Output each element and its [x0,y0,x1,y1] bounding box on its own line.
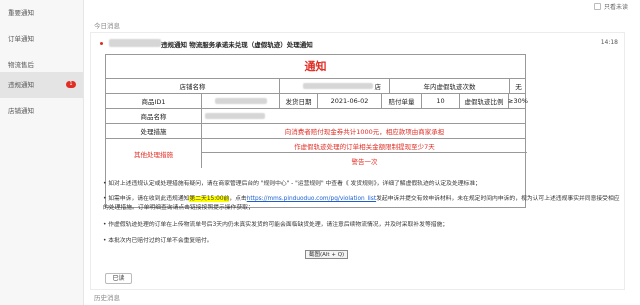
redacted-store-name [109,39,161,47]
monthly-count-value: 无 [515,83,522,91]
sidebar-item-label: 违规通知 [8,81,34,89]
table-row: 其他处理措施 作虚假轨迹处理的订单相关金额限制提现至少7天 警告一次 [106,139,527,168]
appeal-prefix: • 如需申诉，请在收到此违规通知 [103,196,190,202]
other-measures-value-1: 作虚假轨迹处理的订单相关金额限制提现至少7天 [202,139,527,153]
table-row: 店铺名称 店 年内虚假轨迹次数 无 [106,79,525,94]
store-name-value: 店 [280,79,390,93]
mark-read-button[interactable]: 已读 [105,273,132,284]
sidebar-item-important[interactable]: 重要通知 [0,0,83,26]
appeal-mid: ，点击 [229,196,247,202]
ship-date-label: 发货日期 [280,94,318,108]
product-id-label: 商品ID1 [106,94,202,108]
redacted-store-value [302,83,373,89]
other-measures-label: 其他处理措施 [106,139,202,168]
unread-count-badge: 1 [66,81,76,88]
sidebar: 重要通知 订单通知 物流售后 违规通知 1 店铺通知 [0,0,84,305]
product-id-value [202,94,280,108]
section-history: 历史消息 [94,294,120,302]
bullet-rules: • 如对上述违规认定或处理措施有疑问，请在商家管理后台的 "规则中心" - "运… [103,181,481,187]
redacted-product-id [214,98,267,104]
compensation-value: 10 [422,94,460,108]
measures-label: 处理措施 [106,124,202,138]
ship-date-value: 2021-06-02 [318,94,382,108]
violation-list-link[interactable]: https://mms.pinduoduo.com/pg/violation_l… [247,196,376,202]
bullet-appeal: • 如需申诉，请在收到此违规通知第二天15:00前，点击https://mms.… [103,195,621,213]
unread-only-toggle[interactable]: 只看未读 [593,2,628,11]
bullet-no-repeat: • 本批次内已赔付过的订单不会重复赔付。 [103,238,213,244]
table-row: 处理措施 向消费者赔付现金券共计1000元，相应款项由商家承担 [106,124,525,139]
compensation-label: 赔付单量 [382,94,422,108]
section-today: 今日消息 [94,22,120,30]
ratio-label: 虚假轨迹比例 [460,94,509,108]
sidebar-item-label: 重要通知 [8,9,34,17]
redacted-product-name [205,113,265,119]
monthly-count-label: 年内虚假轨迹次数 [390,79,510,93]
message-panel: 只看未读 今日消息 违规通知 物流服务承诺未兑现（虚假轨迹）处理通知 14:18… [84,0,640,305]
table-row: 商品ID1 发货日期 2021-06-02 赔付单量 10 虚假轨迹比例 ≥30… [106,94,528,109]
appeal-deadline: 第二天15:00前 [189,196,230,202]
product-name-label: 商品名称 [106,109,202,123]
product-name-value [202,109,527,123]
unread-dot-icon [100,42,103,45]
sidebar-item-violations[interactable]: 违规通知 1 [0,72,83,98]
message-card: 违规通知 物流服务承诺未兑现（虚假轨迹）处理通知 14:18 通知 店铺名称 店… [90,32,625,290]
sidebar-item-label: 订单通知 [8,35,34,43]
bullet-shipping: • 作虚假轨迹处理的订单在上传物流单号后3天内仍未真实发货的可能会面临缺货处理，… [103,222,449,228]
sidebar-item-label: 物流售后 [8,61,34,69]
measures-value: 向消费者赔付现金券共计1000元，相应款项由商家承担 [284,128,445,136]
sidebar-item-store[interactable]: 店铺通知 [0,98,83,124]
notice-heading: 通知 [106,55,525,79]
top-bar: 只看未读 [84,0,640,12]
ratio-value: ≥30% [508,97,528,105]
store-name-label: 店铺名称 [106,79,280,93]
message-time: 14:18 [600,39,618,46]
other-measures-value-2: 警告一次 [351,157,378,166]
unread-only-label: 只看未读 [603,4,628,11]
store-name-suffix: 店 [374,83,382,91]
screenshot-tooltip: 截图(Alt + Q) [305,250,349,259]
unread-only-checkbox[interactable] [593,3,601,10]
message-title: 违规通知 物流服务承诺未兑现（虚假轨迹）处理通知 [161,41,313,49]
sidebar-item-label: 店铺通知 [8,107,34,115]
table-row: 商品名称 [106,109,525,124]
sidebar-item-orders[interactable]: 订单通知 [0,26,83,52]
